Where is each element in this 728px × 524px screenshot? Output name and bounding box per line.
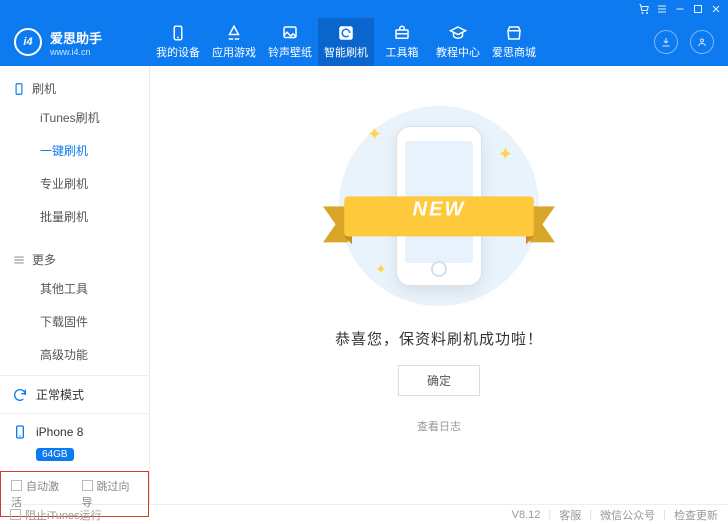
ok-button[interactable]: 确定 — [398, 365, 480, 396]
checkbox-icon — [11, 480, 22, 491]
image-icon — [281, 24, 299, 42]
device-info[interactable]: iPhone 8 64GB — [0, 413, 149, 471]
device-phone-icon — [12, 424, 28, 440]
ribbon-text: NEW — [323, 198, 555, 221]
user-icon[interactable] — [690, 30, 714, 54]
tab-flash[interactable]: 智能刷机 — [318, 18, 374, 66]
refresh-small-icon — [12, 387, 28, 403]
device-name: iPhone 8 — [36, 425, 83, 439]
sparkle-icon: ✦ — [498, 144, 513, 165]
maximize-icon[interactable] — [692, 3, 704, 15]
device-capacity-badge: 64GB — [36, 448, 74, 461]
phone-icon — [169, 24, 187, 42]
tab-label: 我的设备 — [156, 44, 200, 60]
wechat-link[interactable]: 微信公众号 — [600, 507, 655, 523]
brand-logo-icon: i4 — [14, 28, 42, 56]
sidebar-group-title: 刷机 — [32, 80, 56, 97]
separator: | — [589, 509, 592, 521]
cart-icon[interactable] — [638, 3, 650, 15]
toolbox-icon — [393, 24, 411, 42]
tab-label: 智能刷机 — [324, 44, 368, 60]
list-icon — [12, 253, 26, 267]
window-titlebar — [0, 0, 728, 18]
checkbox-icon — [82, 480, 93, 491]
brand-title: 爱思助手 — [50, 28, 102, 47]
ribbon-icon: NEW — [323, 186, 555, 256]
minimize-icon[interactable] — [674, 3, 686, 15]
sparkle-icon: ✦ — [375, 261, 387, 278]
separator: | — [548, 509, 551, 521]
version-label: V8.12 — [512, 509, 541, 521]
menu-icon[interactable] — [656, 3, 668, 15]
checkbox-label: 阻止iTunes运行 — [25, 510, 102, 522]
content-area: ✦ ✦ ✦ NEW 恭喜您，保资料刷机成功啦！ 确定 查看日志 — [150, 66, 728, 504]
sidebar-item-oneclick-flash[interactable]: 一键刷机 — [0, 134, 149, 167]
tab-my-device[interactable]: 我的设备 — [150, 18, 206, 66]
sidebar-item-pro-flash[interactable]: 专业刷机 — [0, 167, 149, 200]
tab-label: 教程中心 — [436, 44, 480, 60]
checkbox-block-itunes[interactable]: 阻止iTunes运行 — [10, 507, 102, 523]
success-illustration: ✦ ✦ ✦ NEW — [339, 106, 539, 306]
brand: i4 爱思助手 www.i4.cn — [0, 28, 150, 57]
download-center-icon[interactable] — [654, 30, 678, 54]
device-mode-label: 正常模式 — [36, 386, 84, 403]
tab-store[interactable]: 爱思商城 — [486, 18, 542, 66]
sidebar-item-advanced[interactable]: 高级功能 — [0, 338, 149, 371]
tab-apps[interactable]: 应用游戏 — [206, 18, 262, 66]
appstore-icon — [225, 24, 243, 42]
tab-label: 工具箱 — [386, 44, 419, 60]
tab-label: 铃声壁纸 — [268, 44, 312, 60]
tab-label: 爱思商城 — [492, 44, 536, 60]
separator: | — [663, 509, 666, 521]
tab-tutorials[interactable]: 教程中心 — [430, 18, 486, 66]
sidebar-item-download-firmware[interactable]: 下载固件 — [0, 305, 149, 338]
graduation-icon — [449, 24, 467, 42]
top-nav: i4 爱思助手 www.i4.cn 我的设备 应用游戏 铃声壁纸 智能刷机 工具… — [0, 18, 728, 66]
sidebar-group-title: 更多 — [32, 251, 56, 268]
sidebar-group-flash[interactable]: 刷机 — [0, 76, 149, 101]
checkbox-skip-wizard[interactable]: 跳过向导 — [82, 478, 139, 510]
tab-toolbox[interactable]: 工具箱 — [374, 18, 430, 66]
sidebar-item-other-tools[interactable]: 其他工具 — [0, 272, 149, 305]
checkbox-icon — [10, 509, 21, 520]
refresh-icon — [337, 24, 355, 42]
success-title: 恭喜您，保资料刷机成功啦！ — [150, 328, 728, 349]
checkbox-auto-activate[interactable]: 自动激活 — [11, 478, 68, 510]
store-icon — [505, 24, 523, 42]
customer-service-link[interactable]: 客服 — [559, 507, 581, 523]
sparkle-icon: ✦ — [367, 124, 382, 145]
phone-small-icon — [12, 82, 26, 96]
close-icon[interactable] — [710, 3, 722, 15]
tab-label: 应用游戏 — [212, 44, 256, 60]
view-log-link[interactable]: 查看日志 — [150, 418, 728, 434]
sidebar-item-batch-flash[interactable]: 批量刷机 — [0, 200, 149, 233]
tab-ringtones[interactable]: 铃声壁纸 — [262, 18, 318, 66]
sidebar-group-more[interactable]: 更多 — [0, 247, 149, 272]
check-update-link[interactable]: 检查更新 — [674, 507, 718, 523]
device-mode[interactable]: 正常模式 — [0, 375, 149, 413]
brand-site: www.i4.cn — [50, 47, 102, 57]
sidebar: 刷机 iTunes刷机 一键刷机 专业刷机 批量刷机 更多 其他工具 下载固件 … — [0, 66, 150, 504]
sidebar-item-itunes-flash[interactable]: iTunes刷机 — [0, 101, 149, 134]
